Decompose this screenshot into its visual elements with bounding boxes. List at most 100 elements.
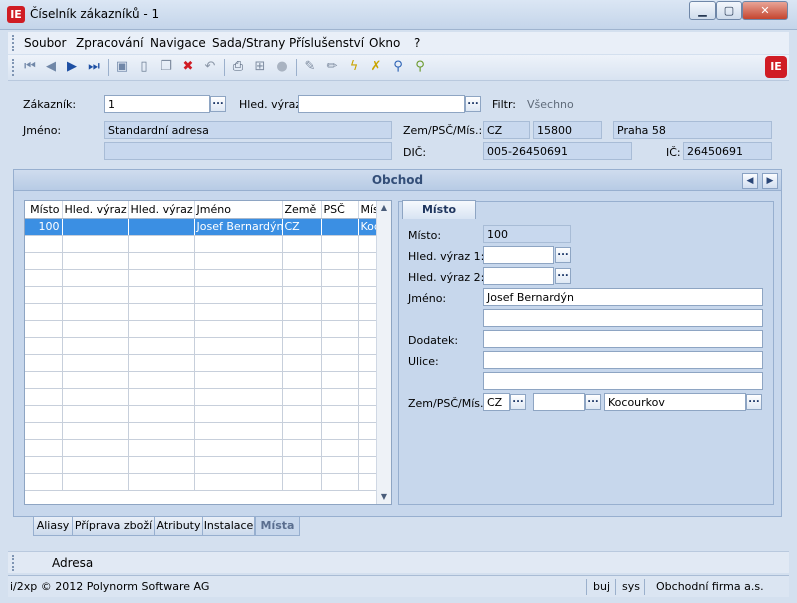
customer-lookup-button[interactable]: ... <box>210 96 226 112</box>
table-row[interactable] <box>25 422 378 440</box>
table-row[interactable] <box>25 235 378 253</box>
table-row[interactable] <box>25 371 378 389</box>
table-cell[interactable]: CZ <box>282 218 322 236</box>
table-cell[interactable] <box>128 456 195 474</box>
table-cell[interactable] <box>321 388 359 406</box>
col-header-zeme[interactable]: Země <box>282 201 322 219</box>
table-cell[interactable] <box>194 337 283 355</box>
scroll-up-icon[interactable]: ▲ <box>377 201 391 215</box>
table-cell[interactable] <box>62 371 129 389</box>
table-cell[interactable] <box>62 354 129 372</box>
table-cell[interactable] <box>25 422 63 440</box>
detail-ulice-input[interactable] <box>483 351 763 369</box>
table-cell[interactable] <box>282 388 322 406</box>
table-cell[interactable] <box>194 439 283 457</box>
table-cell[interactable] <box>321 456 359 474</box>
col-header-hled1[interactable]: Hled. výraz 1 <box>62 201 129 219</box>
table-cell[interactable] <box>358 388 378 406</box>
customer-input[interactable]: 1 <box>104 95 210 113</box>
table-cell[interactable] <box>25 286 63 304</box>
detail-country-lookup-button[interactable]: ... <box>510 394 526 410</box>
table-cell[interactable] <box>321 235 359 253</box>
table-cell[interactable] <box>62 388 129 406</box>
table-cell[interactable] <box>194 269 283 287</box>
table-cell[interactable] <box>282 439 322 457</box>
ic-field[interactable]: 26450691 <box>683 142 772 160</box>
name2-field[interactable] <box>104 142 392 160</box>
next-record-icon[interactable]: ▶ <box>64 59 80 75</box>
table-cell[interactable] <box>321 286 359 304</box>
table-cell[interactable] <box>62 405 129 423</box>
table-cell[interactable] <box>282 286 322 304</box>
table-cell[interactable] <box>282 320 322 338</box>
table-cell[interactable] <box>321 422 359 440</box>
table-cell[interactable] <box>25 337 63 355</box>
col-header-misto-city[interactable]: Mís <box>358 201 378 219</box>
table-row[interactable] <box>25 320 378 338</box>
undo-icon[interactable]: ↶ <box>202 59 218 75</box>
table-cell[interactable] <box>62 320 129 338</box>
print-icon[interactable]: ⎙ <box>230 59 246 75</box>
menu-navigace[interactable]: Navigace <box>150 36 206 50</box>
minimize-button[interactable]: ▁ <box>689 1 716 20</box>
table-cell[interactable] <box>321 473 359 491</box>
table-row[interactable] <box>25 473 378 491</box>
table-cell[interactable] <box>25 439 63 457</box>
detail-zip-lookup-button[interactable]: ... <box>585 394 601 410</box>
col-header-hled2[interactable]: Hled. výraz 2 <box>128 201 195 219</box>
table-cell[interactable] <box>358 473 378 491</box>
table-cell[interactable] <box>194 252 283 270</box>
table-cell[interactable] <box>128 473 195 491</box>
table-cell[interactable] <box>25 320 63 338</box>
filter-value[interactable]: Všechno <box>527 98 574 111</box>
table-cell[interactable] <box>321 218 359 236</box>
detail-country-input[interactable]: CZ <box>483 393 510 411</box>
menu-sada-strany[interactable]: Sada/Strany <box>212 36 285 50</box>
tab-atributy[interactable]: Atributy <box>154 517 203 536</box>
table-cell[interactable] <box>321 337 359 355</box>
col-header-misto[interactable]: Místo <box>25 201 63 219</box>
table-cell[interactable] <box>128 388 195 406</box>
table-cell[interactable] <box>358 422 378 440</box>
table-cell[interactable] <box>358 337 378 355</box>
table-cell[interactable] <box>128 303 195 321</box>
table-row[interactable] <box>25 354 378 372</box>
prev-record-icon[interactable]: ◀ <box>43 59 59 75</box>
table-row[interactable] <box>25 269 378 287</box>
table-cell[interactable] <box>321 269 359 287</box>
table-cell[interactable] <box>128 252 195 270</box>
detail-ulice2-input[interactable] <box>483 372 763 390</box>
table-cell[interactable] <box>128 405 195 423</box>
table-cell[interactable] <box>358 354 378 372</box>
detail-dodatek-input[interactable] <box>483 330 763 348</box>
table-cell[interactable] <box>128 439 195 457</box>
table-cell[interactable] <box>321 439 359 457</box>
first-record-icon[interactable]: ⏮ <box>22 59 38 75</box>
table-cell[interactable] <box>62 473 129 491</box>
panel-prev-button[interactable]: ◀ <box>742 173 758 189</box>
menu-okno[interactable]: Okno <box>369 36 400 50</box>
table-cell[interactable] <box>358 252 378 270</box>
detail-hled2-input[interactable] <box>483 267 554 285</box>
table-cell[interactable] <box>25 456 63 474</box>
table-row[interactable]: 100 Josef BernardýnCZ Koc <box>25 218 378 236</box>
table-cell[interactable] <box>194 286 283 304</box>
table-cell[interactable] <box>321 371 359 389</box>
detail-city-lookup-button[interactable]: ... <box>746 394 762 410</box>
table-cell[interactable] <box>194 354 283 372</box>
address-label[interactable]: Adresa <box>52 556 93 570</box>
save-icon[interactable]: ▣ <box>114 59 130 75</box>
table-cell[interactable] <box>194 456 283 474</box>
table-cell[interactable] <box>282 303 322 321</box>
table-cell[interactable] <box>25 269 63 287</box>
table-cell[interactable] <box>194 303 283 321</box>
table-cell[interactable] <box>358 405 378 423</box>
table-cell[interactable] <box>358 439 378 457</box>
dic-field[interactable]: 005-26450691 <box>483 142 632 160</box>
detail-hled1-lookup-button[interactable]: ... <box>555 247 571 263</box>
new-document-icon[interactable]: ▯ <box>136 59 152 75</box>
tab-mista[interactable]: Místa <box>255 517 300 536</box>
table-cell[interactable] <box>25 235 63 253</box>
table-cell[interactable] <box>282 473 322 491</box>
header-zip-field[interactable]: 15800 <box>533 121 602 139</box>
